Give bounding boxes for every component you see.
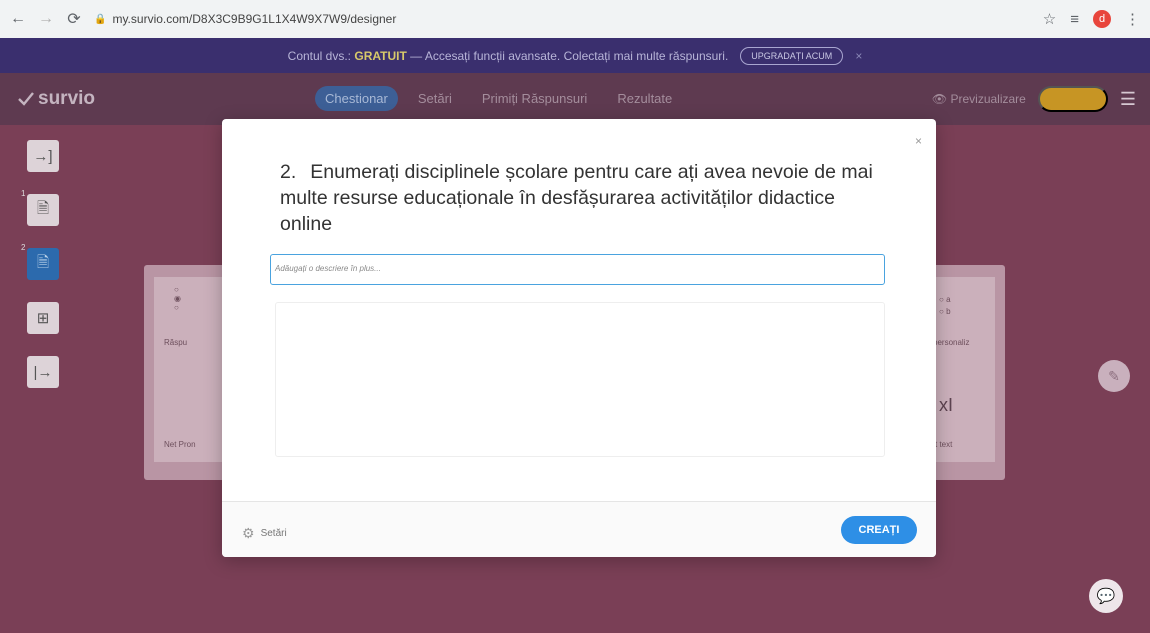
promo-close-icon[interactable]: × — [855, 49, 862, 63]
link-icon[interactable]: ✎ — [1098, 360, 1130, 392]
description-input[interactable]: Adăugați o descriere în plus... — [270, 254, 885, 285]
back-arrow-icon[interactable]: ← — [10, 10, 26, 28]
publish-button[interactable] — [1037, 86, 1108, 112]
bg-right-bottom: t text — [935, 440, 953, 449]
radio-icon: ○ ◉ ○ — [174, 285, 181, 312]
reload-icon[interactable]: ⟳ — [66, 9, 82, 29]
profile-avatar[interactable]: d — [1093, 10, 1111, 28]
question-title[interactable]: 2. Enumerați disciplinele școlare pentru … — [280, 159, 890, 237]
answer-textarea[interactable] — [275, 302, 885, 457]
promo-prefix: Contul dvs.: — [287, 48, 352, 63]
login-icon[interactable]: →] — [27, 140, 59, 172]
exit-icon[interactable]: |→ — [27, 356, 59, 388]
hamburger-menu-icon[interactable]: ☰ — [1120, 89, 1136, 110]
url-text: my.survio.com/D8X3C9B9G1L1X4W9X7W9/desig… — [112, 12, 397, 26]
bg-right-option-b: ○ b — [939, 307, 951, 316]
survio-logo[interactable]: survio — [18, 88, 95, 110]
main-tabs: Chestionar Setări Primiți Răspunsuri Rez… — [315, 86, 682, 111]
add-page-icon[interactable]: ⊞ — [27, 302, 59, 334]
reading-list-icon[interactable]: ≡ — [1070, 11, 1079, 28]
question-modal: × 2. Enumerați disciplinele școlare pentr… — [222, 119, 936, 557]
chat-icon[interactable]: 💬 — [1089, 579, 1123, 613]
bg-right-option-a: ○ a — [939, 295, 951, 304]
left-toolbar: →] 1 🗎 2 🗎 ⊞ |→ — [13, 140, 59, 410]
promo-banner: Contul dvs.: GRATUIT — Accesați funcții … — [0, 38, 1150, 73]
question-number: 2. — [280, 161, 297, 183]
gear-icon: ⚙ — [242, 525, 255, 541]
text-icon: xI — [939, 395, 954, 415]
preview-label: Previzualizare — [950, 92, 1026, 106]
question-text: Enumerați disciplinele școlare pentru ca… — [280, 161, 873, 235]
settings-button[interactable]: ⚙ Setări — [242, 525, 287, 542]
page-number-2: 2 — [21, 243, 26, 252]
page-active-icon[interactable]: 2 🗎 — [21, 243, 59, 280]
create-button[interactable]: CREAȚI — [841, 516, 917, 544]
settings-label: Setări — [260, 528, 287, 539]
app-header: survio Chestionar Setări Primiți Răspuns… — [0, 73, 1150, 125]
preview-button[interactable]: 👁 Previzualizare — [932, 92, 1026, 106]
promo-message: — Accesați funcții avansate. Colectați m… — [410, 48, 729, 63]
browser-toolbar: ← → ⟳ 🔒 my.survio.com/D8X3C9B9G1L1X4W9X7… — [0, 0, 1150, 38]
modal-footer: ⚙ Setări CREAȚI — [222, 501, 936, 557]
bg-right-option-a-label: a — [946, 295, 951, 304]
bg-right-label: personaliz — [933, 338, 970, 347]
logo-text: survio — [38, 88, 96, 109]
forward-arrow-icon[interactable]: → — [38, 10, 54, 28]
more-menu-icon[interactable]: ⋮ — [1125, 10, 1140, 28]
background-card-right-inner — [933, 277, 995, 462]
bg-left-label: Răspu — [164, 338, 188, 347]
eye-icon: 👁 — [931, 92, 948, 106]
page-icon[interactable]: 1 🗎 — [21, 189, 59, 226]
tab-setari[interactable]: Setări — [408, 86, 462, 111]
page-number-1: 1 — [21, 189, 26, 198]
logo-icon — [18, 92, 34, 106]
bg-right-option-b-label: b — [946, 307, 951, 316]
tab-chestionar[interactable]: Chestionar — [315, 86, 398, 111]
tab-primiti-raspunsuri[interactable]: Primiți Răspunsuri — [472, 86, 597, 111]
address-bar[interactable]: 🔒 my.survio.com/D8X3C9B9G1L1X4W9X7W9/des… — [94, 6, 1031, 32]
star-icon[interactable]: ☆ — [1043, 10, 1056, 28]
close-icon[interactable]: × — [915, 134, 922, 148]
upgrade-button[interactable]: UPGRADAȚI ACUM — [740, 46, 844, 65]
background-card-right: ○ a ○ b personaliz xI t text — [925, 265, 1005, 480]
bg-left-bottom: Net Pron — [164, 440, 196, 449]
lock-icon: 🔒 — [94, 13, 107, 25]
tab-rezultate[interactable]: Rezultate — [607, 86, 682, 111]
promo-text: Contul dvs.: GRATUIT — Accesați funcții … — [288, 49, 729, 63]
promo-plan: GRATUIT — [354, 48, 407, 63]
